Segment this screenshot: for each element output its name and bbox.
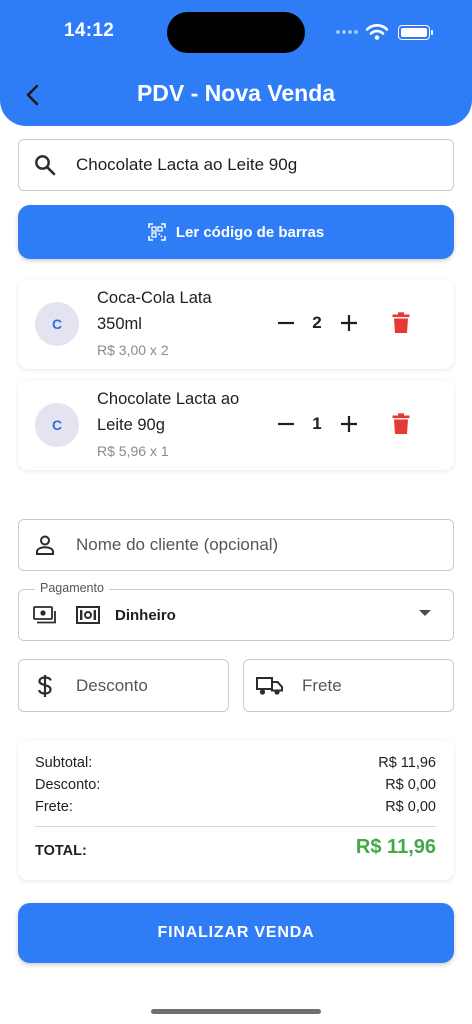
payment-selected: Dinheiro — [115, 606, 176, 624]
home-indicator[interactable] — [151, 1009, 321, 1014]
product-name: Chocolate Lacta ao Leite 90g — [97, 390, 240, 434]
product-name: Coca-Cola Lata 350ml — [97, 289, 212, 333]
delete-item-button[interactable] — [390, 412, 412, 436]
barcode-scan-icon — [148, 223, 166, 241]
increase-quantity-button[interactable] — [338, 312, 360, 334]
increase-quantity-button[interactable] — [338, 413, 360, 435]
shipping-input[interactable]: Frete — [243, 659, 454, 712]
subtotal-row: Subtotal: R$ 11,96 — [35, 755, 436, 771]
dropdown-arrow-icon[interactable] — [419, 610, 431, 616]
subtotal-value: R$ 11,96 — [378, 755, 436, 771]
status-icons — [336, 22, 433, 42]
discount-label: Desconto: — [35, 777, 101, 793]
battery-icon — [398, 24, 433, 40]
wifi-icon — [366, 24, 388, 40]
plus-icon — [341, 315, 357, 331]
product-search-input[interactable]: Chocolate Lacta ao Leite 90g — [18, 139, 454, 191]
payment-select[interactable]: Dinheiro — [18, 589, 454, 641]
discount-placeholder: Desconto — [76, 675, 148, 695]
total-label: TOTAL: — [35, 843, 87, 859]
page-title: PDV - Nova Venda — [136, 80, 336, 106]
cart-item: C Coca-Cola Lata 350ml R$ 3,00 x 2 2 — [18, 279, 454, 369]
client-name-input[interactable]: Nome do cliente (opcional) — [18, 519, 454, 571]
order-summary: Subtotal: R$ 11,96 Desconto: R$ 0,00 Fre… — [18, 740, 454, 880]
dollar-icon — [33, 674, 57, 698]
shipping-value: R$ 0,00 — [385, 799, 436, 815]
finish-sale-button[interactable]: FINALIZAR VENDA — [18, 903, 454, 963]
trash-icon — [392, 312, 410, 333]
cart-item: C Chocolate Lacta ao Leite 90g R$ 5,96 x… — [18, 380, 454, 470]
money-bill-icon — [76, 603, 100, 627]
product-price: R$ 3,00 x 2 — [97, 342, 169, 358]
scan-barcode-label: Ler código de barras — [175, 223, 325, 241]
summary-divider — [35, 826, 436, 827]
decrease-quantity-button[interactable] — [275, 312, 297, 334]
product-price: R$ 5,96 x 1 — [97, 443, 169, 459]
decrease-quantity-button[interactable] — [275, 413, 297, 435]
quantity-value: 2 — [312, 313, 322, 332]
discount-row: Desconto: R$ 0,00 — [35, 777, 436, 793]
discount-value: R$ 0,00 — [385, 777, 436, 793]
minus-icon — [278, 321, 294, 325]
status-time: 14:12 — [64, 20, 115, 41]
cash-icon — [33, 603, 57, 627]
dynamic-island — [167, 12, 305, 53]
payment-label: Pagamento — [35, 581, 109, 595]
product-avatar: C — [35, 302, 79, 346]
shipping-row: Frete: R$ 0,00 — [35, 799, 436, 815]
shipping-label: Frete: — [35, 799, 73, 815]
search-icon — [33, 153, 57, 177]
shipping-placeholder: Frete — [302, 675, 342, 695]
truck-icon — [256, 674, 284, 698]
minus-icon — [278, 422, 294, 426]
signal-icon — [336, 30, 358, 34]
person-icon — [33, 533, 57, 557]
plus-icon — [341, 416, 357, 432]
product-avatar: C — [35, 403, 79, 447]
delete-item-button[interactable] — [390, 311, 412, 335]
client-name-placeholder: Nome do cliente (opcional) — [76, 535, 279, 554]
discount-input[interactable]: Desconto — [18, 659, 229, 712]
total-value: R$ 11,96 — [355, 836, 436, 858]
subtotal-label: Subtotal: — [35, 755, 93, 771]
trash-icon — [392, 413, 410, 434]
search-value: Chocolate Lacta ao Leite 90g — [76, 155, 298, 174]
scan-barcode-button[interactable]: Ler código de barras — [18, 205, 454, 259]
quantity-value: 1 — [312, 414, 322, 433]
